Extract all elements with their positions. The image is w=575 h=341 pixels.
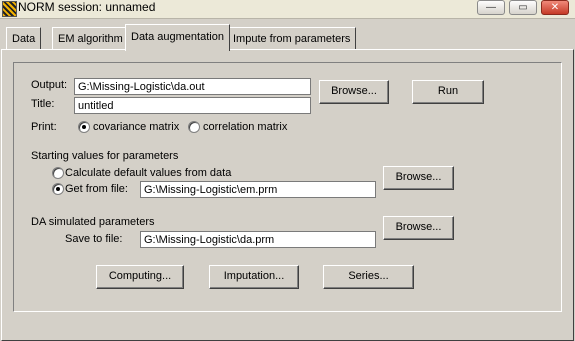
output-label: Output: <box>31 79 68 91</box>
covariance-matrix-radio[interactable] <box>78 121 90 133</box>
title-bar: NORM session: unnamed — ▭ ✕ <box>0 0 575 19</box>
maximize-button[interactable]: ▭ <box>509 0 537 15</box>
title-field[interactable] <box>74 97 311 114</box>
close-button[interactable]: ✕ <box>541 0 569 15</box>
window-title: NORM session: unnamed <box>18 0 156 14</box>
calculate-default-label: Calculate default values from data <box>65 167 232 179</box>
tab-data[interactable]: Data <box>6 27 42 50</box>
radio-selected-dot <box>82 125 86 129</box>
save-browse-button[interactable]: Browse... <box>383 216 454 240</box>
print-label: Print: <box>31 121 57 133</box>
imputation-button[interactable]: Imputation... <box>209 265 299 289</box>
get-from-file-radio[interactable] <box>52 183 64 195</box>
correlation-matrix-radio[interactable] <box>188 121 200 133</box>
app-icon <box>2 1 17 17</box>
calculate-default-radio[interactable] <box>52 167 64 179</box>
tab-data-augmentation[interactable]: Data augmentation <box>125 24 230 51</box>
radio-selected-dot <box>56 187 60 191</box>
settings-frame: Output: Title: Browse... Run Print: cova… <box>13 62 562 312</box>
save-to-file-label: Save to file: <box>65 233 123 245</box>
output-browse-button[interactable]: Browse... <box>319 80 389 104</box>
starting-values-heading: Starting values for parameters <box>31 150 179 162</box>
tab-panel: Output: Title: Browse... Run Print: cova… <box>1 49 574 341</box>
output-field[interactable] <box>74 78 311 95</box>
tab-impute-from-parameters[interactable]: Impute from parameters <box>227 27 357 50</box>
correlation-matrix-label: correlation matrix <box>203 121 288 133</box>
get-from-file-label: Get from file: <box>65 183 128 195</box>
tab-em-algorithm[interactable]: EM algorithm <box>52 27 129 50</box>
da-parameters-heading: DA simulated parameters <box>31 216 155 228</box>
run-button[interactable]: Run <box>412 80 484 104</box>
covariance-matrix-label: covariance matrix <box>93 121 180 133</box>
starting-file-field[interactable] <box>140 181 376 198</box>
computing-button[interactable]: Computing... <box>96 265 184 289</box>
series-button[interactable]: Series... <box>323 265 414 289</box>
save-file-field[interactable] <box>140 231 376 248</box>
title-label: Title: <box>31 98 55 110</box>
starting-browse-button[interactable]: Browse... <box>383 166 454 190</box>
minimize-button[interactable]: — <box>477 0 505 15</box>
